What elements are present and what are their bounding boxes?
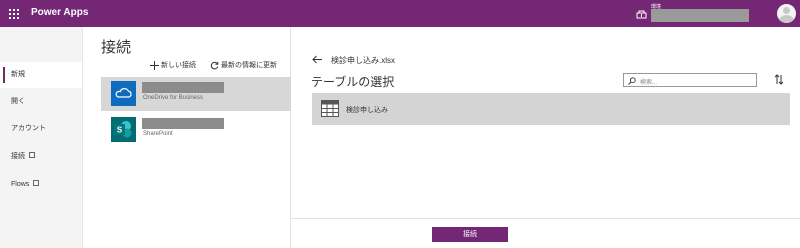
nav-item-label: Flows — [11, 181, 30, 188]
onedrive-cloud-icon — [111, 81, 136, 106]
search-input[interactable]: 検索... — [623, 73, 757, 87]
table-list-item[interactable]: 検診申し込み — [312, 93, 790, 125]
refresh-icon — [210, 61, 219, 69]
avatar[interactable] — [777, 4, 796, 23]
connection-name-redacted — [142, 82, 224, 93]
nav-item-account[interactable]: アカウント — [0, 116, 82, 142]
table-grid-icon — [321, 100, 339, 117]
footer-divider — [291, 218, 800, 219]
plus-icon — [150, 60, 159, 70]
section-title: テーブルの選択 — [311, 75, 395, 89]
sharepoint-icon: S — [111, 117, 136, 142]
new-connection-label: 新しい接続 — [161, 62, 196, 69]
nav-item-connections[interactable]: 接続 — [0, 144, 82, 170]
nav-item-new[interactable]: 新規 — [0, 62, 82, 88]
top-bar: Power Apps 環境 — [0, 0, 800, 27]
nav-item-label: 接続 — [11, 153, 25, 160]
connections-panel: 接続 新しい接続 最新の情報に更新 OneDrive for Business … — [83, 27, 291, 248]
connections-title: 接続 — [101, 39, 132, 56]
connection-item-onedrive[interactable]: OneDrive for Business — [101, 77, 291, 111]
environment-name-redacted[interactable] — [651, 9, 749, 22]
connection-item-sharepoint[interactable]: S SharePoint — [101, 113, 291, 147]
nav-item-flows[interactable]: Flows — [0, 172, 82, 198]
external-link-icon — [33, 180, 40, 187]
nav-item-open[interactable]: 開く — [0, 89, 82, 115]
connect-button[interactable]: 接続 — [432, 227, 508, 242]
external-link-icon — [29, 152, 35, 159]
nav-item-label: 開く — [11, 98, 25, 105]
left-nav: 新規 開く アカウント 接続 Flows — [0, 27, 83, 248]
connection-name-redacted — [142, 118, 224, 129]
refresh-button[interactable]: 最新の情報に更新 — [210, 60, 277, 70]
app-launcher-icon[interactable] — [9, 9, 19, 19]
table-name: 検診申し込み — [346, 107, 388, 114]
refresh-label: 最新の情報に更新 — [221, 62, 277, 69]
search-icon — [628, 77, 636, 85]
svg-text:S: S — [117, 126, 123, 135]
connection-service-label: OneDrive for Business — [143, 95, 204, 101]
file-name: 検診申し込み.xlsx — [331, 56, 395, 65]
main-content: 検診申し込み.xlsx テーブルの選択 検索... 検診申し込み — [291, 27, 800, 248]
new-connection-button[interactable]: 新しい接続 — [150, 60, 196, 70]
nav-item-label: アカウント — [11, 125, 46, 132]
nav-item-label: 新規 — [11, 71, 25, 78]
app-title: Power Apps — [31, 7, 89, 18]
sort-icon[interactable] — [774, 74, 784, 85]
back-arrow-icon[interactable] — [312, 55, 322, 64]
connection-service-label: SharePoint — [143, 131, 173, 137]
environment-icon[interactable] — [636, 9, 647, 19]
search-placeholder: 検索... — [640, 80, 658, 86]
